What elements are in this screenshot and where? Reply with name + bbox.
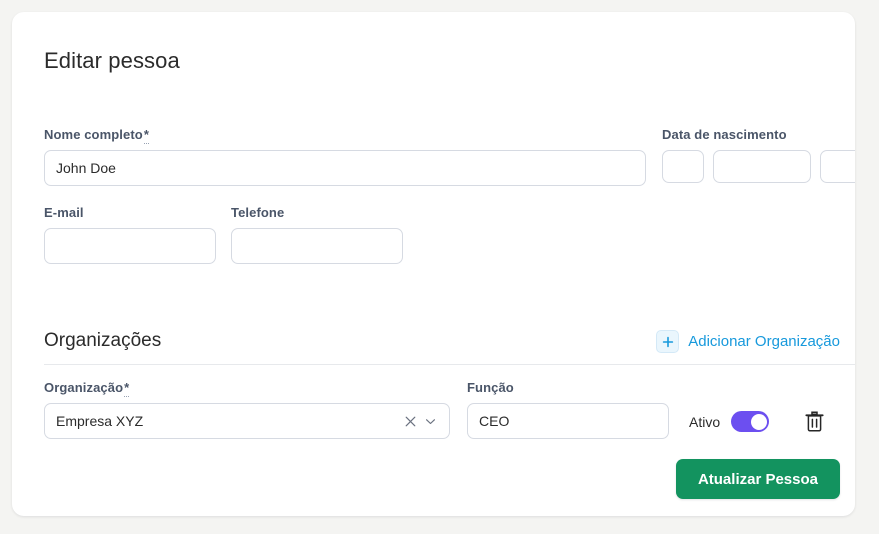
full-name-input[interactable] bbox=[44, 150, 646, 186]
organization-selected-value: Empresa XYZ bbox=[56, 413, 144, 429]
required-marker: * bbox=[143, 127, 149, 144]
active-label: Ativo bbox=[689, 413, 721, 430]
birth-month-input[interactable] bbox=[713, 150, 811, 183]
add-organization-button[interactable]: Adicionar Organização bbox=[656, 330, 840, 353]
birth-day-input[interactable] bbox=[662, 150, 704, 183]
add-organization-label: Adicionar Organização bbox=[688, 333, 840, 350]
chevron-down-icon[interactable] bbox=[420, 411, 440, 431]
page-title: Editar pessoa bbox=[44, 48, 180, 73]
organization-label: Organização* bbox=[44, 380, 130, 397]
birth-date-group bbox=[662, 150, 855, 183]
delete-organization-button[interactable] bbox=[799, 408, 829, 438]
toggle-knob bbox=[750, 413, 767, 430]
birth-date-label: Data de nascimento bbox=[662, 127, 787, 142]
active-toggle[interactable] bbox=[731, 411, 770, 432]
card-inner: Editar pessoa Nome completo* Data de nas… bbox=[34, 12, 855, 516]
section-divider bbox=[44, 364, 855, 365]
birth-year-input[interactable] bbox=[820, 150, 855, 183]
full-name-label: Nome completo* bbox=[44, 127, 149, 144]
email-input[interactable] bbox=[44, 228, 216, 264]
organization-select[interactable]: Empresa XYZ bbox=[44, 403, 450, 439]
active-toggle-group: Ativo bbox=[689, 411, 770, 432]
phone-input[interactable] bbox=[231, 228, 403, 264]
email-label: E-mail bbox=[44, 205, 84, 220]
plus-icon bbox=[656, 330, 680, 353]
close-icon[interactable] bbox=[400, 411, 420, 431]
submit-button[interactable]: Atualizar Pessoa bbox=[675, 459, 840, 499]
full-name-label-text: Nome completo bbox=[44, 127, 143, 142]
phone-label: Telefone bbox=[231, 205, 285, 220]
edit-person-card: Editar pessoa Nome completo* Data de nas… bbox=[12, 12, 855, 516]
trash-icon bbox=[804, 411, 824, 435]
role-input[interactable] bbox=[467, 403, 669, 439]
organizations-title: Organizações bbox=[44, 330, 162, 351]
organization-label-text: Organização bbox=[44, 380, 124, 395]
organization-required-marker: * bbox=[124, 380, 130, 397]
role-label: Função bbox=[467, 380, 514, 395]
